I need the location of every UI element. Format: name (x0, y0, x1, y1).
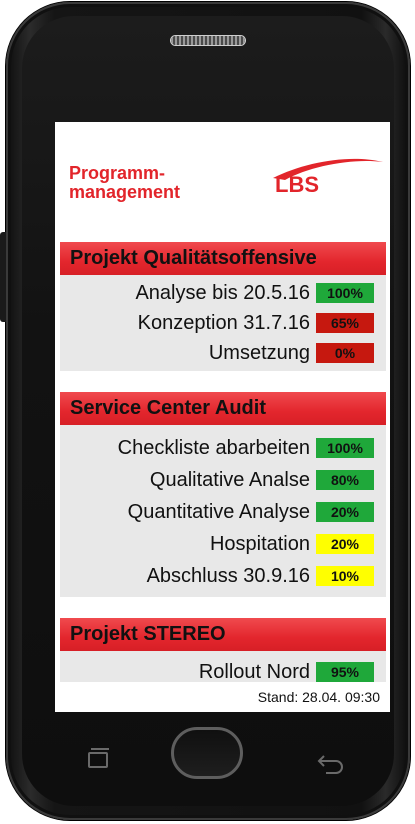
section-body-service-center-audit: Checkliste abarbeiten 100% Qualitative A… (60, 425, 386, 597)
section-header-qualitaetsoffensive[interactable]: Projekt Qualitätsoffensive (60, 242, 386, 275)
list-item[interactable]: Qualitative Analse 80% (60, 465, 386, 495)
home-button[interactable] (171, 727, 243, 779)
status-badge: 100% (316, 283, 374, 303)
status-badge: 10% (316, 566, 374, 586)
item-label: Checkliste abarbeiten (117, 437, 310, 459)
speaker-grille (171, 36, 245, 45)
section-body-qualitaetsoffensive: Analyse bis 20.5.16 100% Konzeption 31.7… (60, 275, 386, 371)
app-screen: Programm- management LBS Projekt Qualitä… (55, 122, 390, 712)
app-title-line1: Programm- (69, 163, 166, 183)
lbs-logo-text: LBS (275, 172, 319, 196)
volume-button[interactable] (0, 232, 6, 322)
item-label: Quantitative Analyse (127, 501, 310, 523)
list-item[interactable]: Hospitation 20% (60, 529, 386, 559)
list-item[interactable]: Umsetzung 0% (60, 338, 386, 368)
status-badge: 20% (316, 502, 374, 522)
back-icon[interactable] (316, 752, 346, 774)
status-badge: 95% (316, 662, 374, 682)
item-label: Qualitative Analse (149, 469, 310, 491)
status-footer: Stand: 28.04. 09:30 (55, 682, 390, 712)
app-title: Programm- management (69, 164, 249, 202)
list-item[interactable]: Abschluss 30.9.16 10% (60, 561, 386, 591)
item-label: Umsetzung (208, 342, 310, 364)
list-item[interactable]: Analyse bis 20.5.16 100% (60, 278, 386, 308)
section-header-service-center-audit[interactable]: Service Center Audit (60, 392, 386, 425)
status-badge: 100% (316, 438, 374, 458)
status-badge: 65% (316, 313, 374, 333)
app-title-line2: management (69, 182, 181, 202)
item-label: Hospitation (209, 533, 310, 555)
lbs-logo: LBS (273, 158, 383, 196)
item-label: Abschluss 30.9.16 (146, 565, 310, 587)
list-item[interactable]: Checkliste abarbeiten 100% (60, 433, 386, 463)
item-label: Analyse bis 20.5.16 (135, 282, 310, 304)
status-badge: 80% (316, 470, 374, 490)
status-badge: 20% (316, 534, 374, 554)
section-header-stereo[interactable]: Projekt STEREO (60, 618, 386, 651)
recent-apps-icon[interactable] (88, 748, 109, 768)
list-item[interactable]: Konzeption 31.7.16 65% (60, 308, 386, 338)
item-label: Konzeption 31.7.16 (137, 312, 310, 334)
status-badge: 0% (316, 343, 374, 363)
list-item[interactable]: Quantitative Analyse 20% (60, 497, 386, 527)
